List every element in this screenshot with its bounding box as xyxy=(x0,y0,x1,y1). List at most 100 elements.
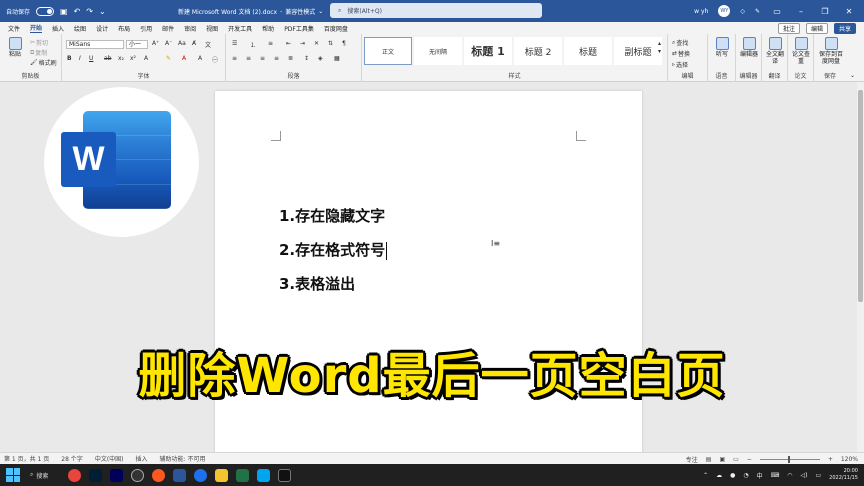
shading-icon[interactable]: ◈ xyxy=(318,55,323,62)
styles-scroll-icon[interactable]: ▴ ▾ xyxy=(658,40,661,56)
start-icon[interactable] xyxy=(6,468,20,482)
paper-check-button[interactable]: 论文查重 xyxy=(790,37,812,65)
obs-icon[interactable] xyxy=(131,468,145,482)
search-box[interactable]: ⌕ 搜索(Alt+Q) xyxy=(330,3,542,18)
document-title[interactable]: 新建 Microsoft Word 文档 (2).docx - 兼容性模式 ⌄ xyxy=(178,0,323,22)
tab-draw[interactable]: 绘图 xyxy=(74,24,86,33)
save-icon[interactable]: ▣ xyxy=(60,7,68,16)
accessibility-status[interactable]: 辅助功能: 不可用 xyxy=(160,454,206,463)
underline-icon[interactable]: U xyxy=(89,55,93,62)
editor-button[interactable]: 编辑器 xyxy=(738,37,760,58)
italic-icon[interactable]: I xyxy=(79,55,81,62)
wifi-icon[interactable]: ◠ xyxy=(787,472,792,479)
zoom-slider[interactable] xyxy=(759,455,820,463)
pen-icon[interactable]: ✎ xyxy=(755,8,760,15)
capcut-icon[interactable] xyxy=(278,468,292,482)
close-icon[interactable]: ✕ xyxy=(842,7,856,16)
font-name-select[interactable]: MiSans xyxy=(66,40,124,49)
tab-layout[interactable]: 布局 xyxy=(118,24,130,33)
select-button[interactable]: ▹ 选择 xyxy=(672,60,688,69)
chrome-icon[interactable] xyxy=(68,468,82,482)
zoom-in-icon[interactable]: + xyxy=(828,456,833,463)
ribbon-display-icon[interactable]: ▭ xyxy=(770,7,784,16)
align-left-icon[interactable]: ≡ xyxy=(232,55,237,62)
ime-indicator[interactable]: 中 xyxy=(757,471,763,480)
editing-mode-button[interactable]: 编辑 xyxy=(805,23,828,34)
translate-button[interactable]: 全文翻译 xyxy=(764,37,786,65)
justify-icon[interactable]: ≡ xyxy=(274,55,279,62)
shrink-font-icon[interactable]: A⁻ xyxy=(165,40,172,47)
clear-format-icon[interactable]: A̸ xyxy=(192,40,196,47)
comments-button[interactable]: 批注 xyxy=(777,23,800,34)
premiere-icon[interactable] xyxy=(110,468,124,482)
avatar[interactable]: WY xyxy=(718,5,731,17)
style-heading-1[interactable]: 标题 1 xyxy=(464,37,512,65)
tab-baidu-pan[interactable]: 百度网盘 xyxy=(324,24,348,33)
print-layout-icon[interactable]: ▣ xyxy=(719,456,725,463)
font-color-icon[interactable]: A xyxy=(182,55,186,62)
scroll-thumb[interactable] xyxy=(858,90,863,302)
tab-help[interactable]: 帮助 xyxy=(262,24,274,33)
share-button[interactable]: 共享 xyxy=(833,23,856,34)
decrease-indent-icon[interactable]: ⇤ xyxy=(286,40,291,47)
style-no-spacing[interactable]: 无间隔 xyxy=(414,37,462,65)
user-name[interactable]: w yh xyxy=(694,8,708,15)
collapse-ribbon-icon[interactable]: ⌄ xyxy=(850,72,855,79)
cloud-icon[interactable]: ☁ xyxy=(716,472,722,479)
style-subtitle[interactable]: 副标题 xyxy=(614,37,662,65)
phonetic-icon[interactable]: 文 xyxy=(205,40,211,49)
tab-view[interactable]: 视图 xyxy=(206,24,218,33)
style-title[interactable]: 标题 xyxy=(564,37,612,65)
show-marks-icon[interactable]: ¶ xyxy=(342,40,346,47)
read-mode-icon[interactable]: ▤ xyxy=(706,456,712,463)
restore-icon[interactable]: ❐ xyxy=(818,7,832,16)
dictate-button[interactable]: 听写 xyxy=(711,37,733,58)
find-button[interactable]: ⌕ 查找 xyxy=(672,38,688,48)
web-layout-icon[interactable]: ▭ xyxy=(733,456,739,463)
bold-icon[interactable]: B xyxy=(67,55,72,62)
text-effects-icon[interactable]: A xyxy=(144,55,148,62)
zoom-out-icon[interactable]: − xyxy=(747,456,752,463)
insert-mode[interactable]: 插入 xyxy=(136,454,148,463)
language[interactable]: 中文(中国) xyxy=(95,454,124,463)
tab-insert[interactable]: 插入 xyxy=(52,24,64,33)
redo-icon[interactable]: ↷ xyxy=(86,7,93,16)
diamond-icon[interactable]: ◇ xyxy=(740,8,745,15)
tab-design[interactable]: 设计 xyxy=(96,24,108,33)
format-painter-button[interactable]: 🖌 格式刷 xyxy=(30,58,57,67)
grow-font-icon[interactable]: A⁺ xyxy=(152,40,159,47)
word-count[interactable]: 28 个字 xyxy=(61,454,83,463)
network-icon[interactable]: ◔ xyxy=(743,472,748,479)
enclose-char-icon[interactable]: ㊀ xyxy=(212,55,218,64)
volume-icon[interactable]: ◁) xyxy=(801,472,808,479)
taskbar-search[interactable]: ⌕ 搜索 xyxy=(30,471,48,480)
style-normal[interactable]: 正文 xyxy=(364,37,412,65)
highlight-icon[interactable]: ✎ xyxy=(166,55,171,62)
minimize-icon[interactable]: – xyxy=(794,7,808,16)
subscript-icon[interactable]: x₂ xyxy=(118,55,124,62)
superscript-icon[interactable]: x² xyxy=(130,55,136,62)
keyboard-icon[interactable]: ⌨ xyxy=(771,472,780,479)
battery-icon[interactable]: ▭ xyxy=(816,472,822,479)
change-case-icon[interactable]: Aa xyxy=(178,40,186,47)
chevron-up-icon[interactable]: ⌃ xyxy=(703,472,708,479)
excel-icon[interactable] xyxy=(236,468,250,482)
line-spacing-icon[interactable]: ↕ xyxy=(304,55,309,62)
bullets-icon[interactable]: ☰ xyxy=(232,40,237,47)
tab-file[interactable]: 文件 xyxy=(8,24,20,33)
wechat-icon[interactable]: ● xyxy=(730,472,735,479)
tab-references[interactable]: 引用 xyxy=(140,24,152,33)
tab-pdf-tools[interactable]: PDF工具集 xyxy=(284,24,314,33)
photoshop-icon[interactable] xyxy=(89,468,103,482)
style-heading-2[interactable]: 标题 2 xyxy=(514,37,562,65)
font-size-select[interactable]: 小一 xyxy=(126,40,148,49)
clock[interactable]: 20:00 2022/11/15 xyxy=(829,468,858,482)
page-count[interactable]: 第 1 页，共 1 页 xyxy=(4,454,49,463)
sort-icon[interactable]: ⇅ xyxy=(328,40,333,47)
borders-icon[interactable]: ▦ xyxy=(334,55,340,62)
align-center-icon[interactable]: ≡ xyxy=(246,55,251,62)
save-to-baidu-button[interactable]: 保存到百度网盘 xyxy=(817,37,845,65)
word-icon[interactable] xyxy=(173,468,187,482)
file-explorer-icon[interactable] xyxy=(215,468,229,482)
zoom-level[interactable]: 120% xyxy=(841,456,858,463)
